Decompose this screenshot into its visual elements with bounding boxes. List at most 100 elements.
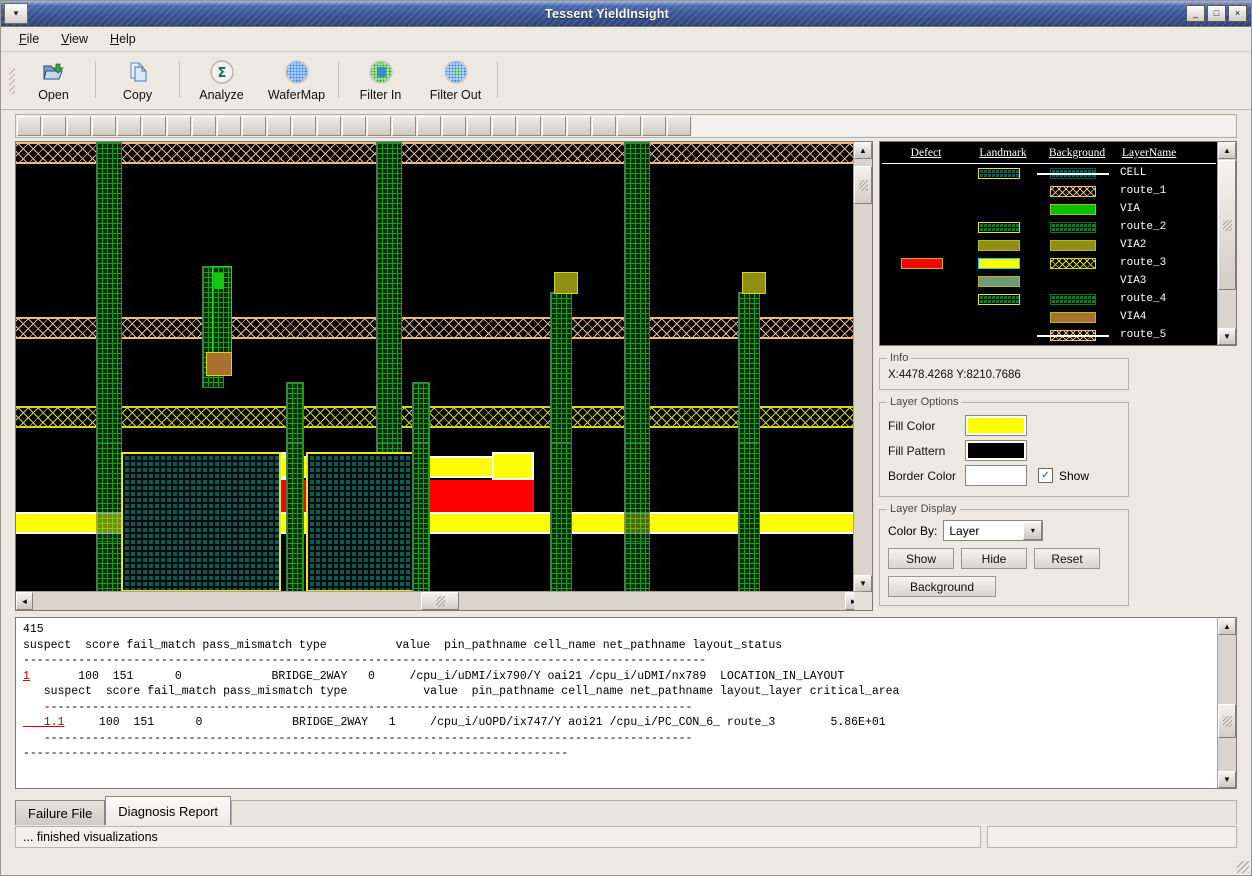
toolbar-button-wafermap[interactable]: WaferMap	[259, 52, 334, 109]
border-color-swatch[interactable]	[965, 465, 1027, 486]
legend-scroll-down-button[interactable]: ▼	[1218, 328, 1236, 345]
layer-segment[interactable]	[92, 116, 116, 136]
report-scroll-down-button[interactable]: ▼	[1218, 771, 1236, 788]
toolbar-button-open[interactable]: Open	[16, 52, 91, 109]
wafer-blue-green-icon	[443, 59, 469, 85]
legend-vertical-scrollbar[interactable]: ▲ ▼	[1217, 142, 1236, 345]
layer-segment[interactable]	[592, 116, 616, 136]
tab-failure-file[interactable]: Failure File	[15, 800, 106, 825]
layer-segment[interactable]	[467, 116, 491, 136]
show-layer-checkbox[interactable]: ✓	[1038, 468, 1053, 483]
canvas-vscroll-thumb[interactable]	[854, 166, 872, 204]
layer-segment[interactable]	[417, 116, 441, 136]
layer-segment[interactable]	[517, 116, 541, 136]
legend-swatch-empty	[901, 294, 943, 305]
legend-row[interactable]: VIA3	[880, 272, 1218, 290]
window-resize-grip[interactable]	[1237, 861, 1249, 873]
scroll-up-button[interactable]: ▲	[854, 142, 872, 159]
menu-view[interactable]: View	[51, 29, 98, 49]
legend-row[interactable]: route_2	[880, 218, 1218, 236]
layer-segment-strip[interactable]	[15, 114, 1237, 138]
toolbar-grip[interactable]	[7, 52, 16, 109]
legend-row[interactable]: route_1	[880, 182, 1218, 200]
report-line-text: ----------------------------------------…	[23, 700, 693, 714]
system-menu-button[interactable]: ▾	[4, 3, 28, 24]
layer-segment[interactable]	[442, 116, 466, 136]
minimize-button[interactable]: _	[1186, 5, 1205, 22]
border-color-label: Border Color	[888, 468, 957, 483]
legend-vscroll-thumb[interactable]	[1218, 160, 1236, 290]
layout-canvas[interactable]	[16, 142, 862, 592]
layer-segment[interactable]	[317, 116, 341, 136]
menu-file[interactable]: File	[9, 29, 49, 49]
scroll-down-button[interactable]: ▼	[854, 575, 872, 592]
report-vertical-scrollbar[interactable]: ▲ ▼	[1217, 618, 1236, 788]
legend-row[interactable]: route_5	[880, 326, 1218, 344]
legend-swatch	[978, 239, 1020, 251]
maximize-button[interactable]: □	[1207, 5, 1226, 22]
layer-segment[interactable]	[392, 116, 416, 136]
caret-left-icon: ◄	[20, 596, 29, 606]
layer-segment[interactable]	[667, 116, 691, 136]
legend-background-cell	[1034, 200, 1112, 218]
layer-segment[interactable]	[367, 116, 391, 136]
layout-poly-column	[550, 442, 572, 592]
legend-header: Defect Landmark Background LayerName	[880, 142, 1218, 161]
reset-button[interactable]: Reset	[1034, 548, 1100, 569]
legend-row[interactable]: VIA	[880, 200, 1218, 218]
toolbar-button-filter-out[interactable]: Filter Out	[418, 52, 493, 109]
legend-row[interactable]: CELL	[880, 164, 1218, 182]
layer-segment[interactable]	[242, 116, 266, 136]
hide-button[interactable]: Hide	[961, 548, 1027, 569]
layer-segment[interactable]	[492, 116, 516, 136]
diagnosis-report-text[interactable]: 415 suspect score fail_match pass_mismatc…	[16, 618, 1218, 788]
layer-segment[interactable]	[567, 116, 591, 136]
layer-segment[interactable]	[167, 116, 191, 136]
canvas-hscroll-thumb[interactable]	[421, 592, 459, 610]
toolbar-button-copy[interactable]: Copy	[100, 52, 175, 109]
menu-help[interactable]: Help	[100, 29, 146, 49]
legend-row[interactable]: VIA4	[880, 308, 1218, 326]
layer-segment[interactable]	[267, 116, 291, 136]
legend-row[interactable]: VIA2	[880, 236, 1218, 254]
report-scroll-up-button[interactable]: ▲	[1218, 618, 1236, 635]
suspect-link[interactable]: 1.1	[23, 716, 65, 729]
layer-segment[interactable]	[67, 116, 91, 136]
color-by-select[interactable]: Layer ▾	[943, 520, 1044, 541]
layer-segment[interactable]	[542, 116, 566, 136]
legend-defect-cell	[880, 200, 964, 218]
legend-scroll-up-button[interactable]: ▲	[1218, 142, 1236, 159]
layer-segment[interactable]	[617, 116, 641, 136]
fill-pattern-swatch[interactable]	[965, 440, 1027, 461]
legend-layer-name: route_3	[1120, 257, 1167, 269]
suspect-link[interactable]: 1	[23, 670, 30, 683]
background-button[interactable]: Background	[888, 576, 996, 597]
show-button[interactable]: Show	[888, 548, 954, 569]
scroll-left-button[interactable]: ◄	[16, 592, 33, 610]
layer-segment[interactable]	[642, 116, 666, 136]
close-button[interactable]: ×	[1228, 5, 1247, 22]
canvas-horizontal-scrollbar[interactable]: ◄ ►	[16, 591, 862, 610]
toolbar-button-filter-in[interactable]: Filter In	[343, 52, 418, 109]
layer-segment[interactable]	[292, 116, 316, 136]
canvas-vertical-scrollbar[interactable]: ▲ ▼	[853, 142, 872, 592]
legend-row[interactable]: route_4	[880, 290, 1218, 308]
fill-color-swatch[interactable]	[965, 415, 1027, 436]
toolbar-label-filter-out: Filter Out	[429, 88, 482, 102]
legend-defect-cell	[880, 290, 964, 308]
menu-help-label: elp	[119, 32, 136, 46]
legend-swatch-empty	[901, 204, 943, 215]
layer-segment[interactable]	[142, 116, 166, 136]
layer-segment[interactable]	[42, 116, 66, 136]
tab-diagnosis-report[interactable]: Diagnosis Report	[105, 796, 232, 825]
layer-segment[interactable]	[192, 116, 216, 136]
layout-viewer[interactable]: ▲ ▼ ◄ ►	[15, 141, 873, 611]
chevron-down-icon[interactable]: ▾	[1023, 521, 1043, 540]
layer-segment[interactable]	[17, 116, 41, 136]
layer-segment[interactable]	[117, 116, 141, 136]
toolbar-button-analyze[interactable]: Σ Analyze	[184, 52, 259, 109]
layer-segment[interactable]	[342, 116, 366, 136]
report-vscroll-thumb[interactable]	[1218, 704, 1236, 738]
layer-segment[interactable]	[217, 116, 241, 136]
legend-row[interactable]: route_3	[880, 254, 1218, 272]
